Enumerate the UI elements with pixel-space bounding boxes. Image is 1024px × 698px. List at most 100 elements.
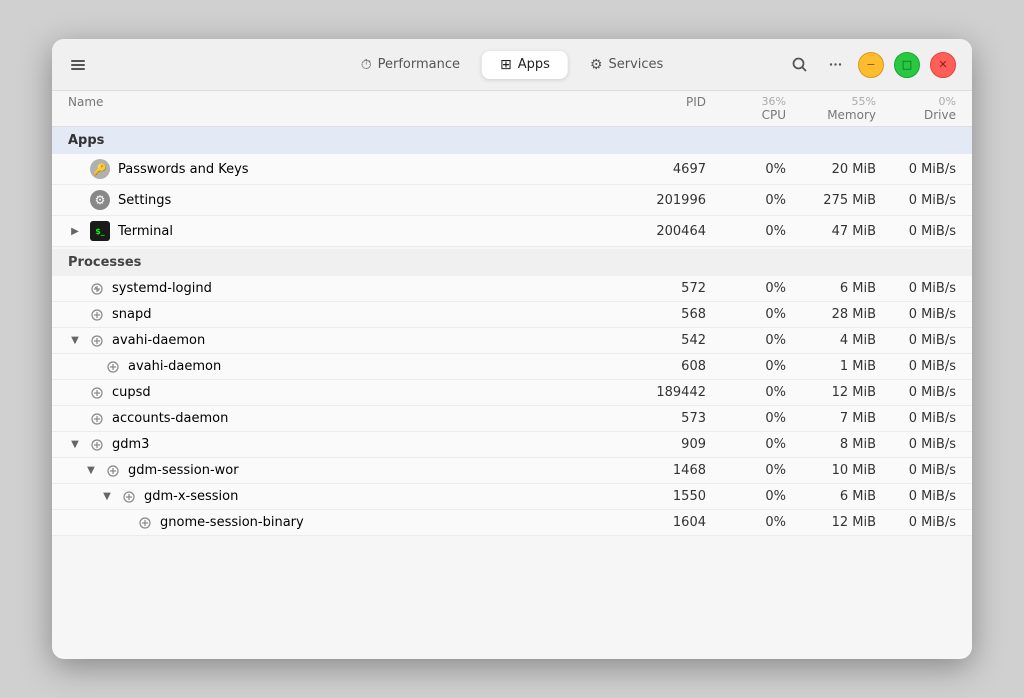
minimize-button[interactable]: −	[858, 52, 884, 78]
row-label-gdm-session-wor: gdm-session-wor	[128, 463, 239, 478]
row-label-avahi-daemon-child: avahi-daemon	[128, 359, 221, 374]
row-drive-settings: 0 MiB/s	[876, 193, 956, 208]
menu-button[interactable]	[822, 52, 848, 78]
row-name-snapd: ▶ snapd	[68, 307, 616, 322]
row-name-terminal: ▶ $_ Terminal	[68, 221, 616, 241]
row-cpu: 0%	[706, 437, 786, 452]
content-area: Apps ▶ 🔑 Passwords and Keys 4697 0% 20 M…	[52, 127, 972, 659]
row-drive: 0 MiB/s	[876, 359, 956, 374]
table-row[interactable]: ▼ avahi-daemon 542 0% 4 MiB 0 MiB/s	[52, 328, 972, 354]
table-row[interactable]: ▼ gdm3 909 0% 8 MiB 0 MiB/s	[52, 432, 972, 458]
row-name-gnome-session-binary: ▶ gnome-session-binary	[116, 515, 616, 530]
gdm-x-session-expand-button[interactable]: ▼	[100, 490, 114, 504]
close-button[interactable]: ✕	[930, 52, 956, 78]
row-drive: 0 MiB/s	[876, 333, 956, 348]
table-row[interactable]: ▼ gdm-session-wor 1468 0% 10 MiB 0 MiB/s	[52, 458, 972, 484]
row-label-passwords: Passwords and Keys	[118, 162, 249, 177]
performance-icon: ⏱	[361, 57, 372, 73]
row-name-cupsd: ▶ cupsd	[68, 385, 616, 400]
avahi-expand-button[interactable]: ▼	[68, 334, 82, 348]
tab-services-label: Services	[608, 57, 663, 72]
row-name-passwords: ▶ 🔑 Passwords and Keys	[68, 159, 616, 179]
table-header: Name PID 36% CPU 55% Memory 0% Drive	[52, 91, 972, 127]
tab-performance[interactable]: ⏱ Performance	[343, 51, 478, 79]
gdm3-expand-button[interactable]: ▼	[68, 438, 82, 452]
header-cpu[interactable]: 36% CPU	[706, 95, 786, 122]
row-name-gdm-x-session: ▼ gdm-x-session	[100, 489, 616, 504]
row-cpu: 0%	[706, 307, 786, 322]
process-icon	[106, 464, 120, 478]
header-memory[interactable]: 55% Memory	[786, 95, 876, 122]
search-button[interactable]	[786, 52, 812, 78]
header-drive[interactable]: 0% Drive	[876, 95, 956, 122]
sidebar-toggle-button[interactable]	[68, 55, 88, 75]
row-cpu: 0%	[706, 411, 786, 426]
row-cpu: 0%	[706, 489, 786, 504]
table-row[interactable]: ▶ $_ Terminal 200464 0% 47 MiB 0 MiB/s	[52, 216, 972, 247]
tab-performance-label: Performance	[378, 57, 460, 72]
row-label-cupsd: cupsd	[112, 385, 151, 400]
row-cpu: 0%	[706, 515, 786, 530]
row-name-settings: ▶ ⚙ Settings	[68, 190, 616, 210]
row-cpu-passwords: 0%	[706, 162, 786, 177]
process-icon	[138, 516, 152, 530]
passwords-keys-icon: 🔑	[90, 159, 110, 179]
row-name-gdm-session-wor: ▼ gdm-session-wor	[84, 463, 616, 478]
row-pid-settings: 201996	[616, 193, 706, 208]
table-row[interactable]: ▶ snapd 568 0% 28 MiB 0 MiB/s	[52, 302, 972, 328]
tab-apps[interactable]: ⊞ Apps	[482, 51, 568, 79]
settings-icon: ⚙	[90, 190, 110, 210]
table-row[interactable]: ▶ gnome-session-binary 1604 0% 12 MiB 0 …	[52, 510, 972, 536]
row-memory: 10 MiB	[786, 463, 876, 478]
row-label-systemd-logind: systemd-logind	[112, 281, 212, 296]
row-label-snapd: snapd	[112, 307, 151, 322]
row-drive: 0 MiB/s	[876, 463, 956, 478]
row-cpu-settings: 0%	[706, 193, 786, 208]
table-row[interactable]: ▶ systemd-logind 572 0% 6 MiB 0 MiB/s	[52, 276, 972, 302]
row-memory: 6 MiB	[786, 281, 876, 296]
row-drive: 0 MiB/s	[876, 411, 956, 426]
row-pid: 572	[616, 281, 706, 296]
row-name-avahi-daemon-child: ▶ avahi-daemon	[84, 359, 616, 374]
row-pid-passwords: 4697	[616, 162, 706, 177]
row-cpu-terminal: 0%	[706, 224, 786, 239]
header-name[interactable]: Name	[68, 95, 616, 122]
row-memory: 8 MiB	[786, 437, 876, 452]
gdm-session-expand-button[interactable]: ▼	[84, 464, 98, 478]
row-cpu: 0%	[706, 359, 786, 374]
table-row[interactable]: ▶ accounts-daemon 573 0% 7 MiB 0 MiB/s	[52, 406, 972, 432]
table-row[interactable]: ▶ cupsd 189442 0% 12 MiB 0 MiB/s	[52, 380, 972, 406]
tabs-container: ⏱ Performance ⊞ Apps ⚙ Services	[343, 51, 682, 79]
header-pid[interactable]: PID	[616, 95, 706, 122]
row-memory: 1 MiB	[786, 359, 876, 374]
table-row[interactable]: ▼ gdm-x-session 1550 0% 6 MiB 0 MiB/s	[52, 484, 972, 510]
main-window: ⏱ Performance ⊞ Apps ⚙ Services	[52, 39, 972, 659]
row-memory: 7 MiB	[786, 411, 876, 426]
terminal-expand-button[interactable]: ▶	[68, 224, 82, 238]
row-pid: 1550	[616, 489, 706, 504]
tab-services[interactable]: ⚙ Services	[572, 51, 681, 79]
table-row[interactable]: ▶ avahi-daemon 608 0% 1 MiB 0 MiB/s	[52, 354, 972, 380]
table-row[interactable]: ▶ ⚙ Settings 201996 0% 275 MiB 0 MiB/s	[52, 185, 972, 216]
process-icon	[90, 438, 104, 452]
process-icon	[90, 334, 104, 348]
row-label-terminal: Terminal	[118, 224, 173, 239]
row-memory-passwords: 20 MiB	[786, 162, 876, 177]
row-name-gdm3: ▼ gdm3	[68, 437, 616, 452]
process-icon	[90, 412, 104, 426]
tab-apps-label: Apps	[518, 57, 550, 72]
row-pid: 1468	[616, 463, 706, 478]
maximize-button[interactable]: □	[894, 52, 920, 78]
row-drive: 0 MiB/s	[876, 281, 956, 296]
row-cpu: 0%	[706, 463, 786, 478]
row-drive: 0 MiB/s	[876, 385, 956, 400]
row-pid: 542	[616, 333, 706, 348]
row-drive: 0 MiB/s	[876, 515, 956, 530]
row-pid: 1604	[616, 515, 706, 530]
row-drive: 0 MiB/s	[876, 489, 956, 504]
process-icon	[90, 386, 104, 400]
table-row[interactable]: ▶ 🔑 Passwords and Keys 4697 0% 20 MiB 0 …	[52, 154, 972, 185]
row-memory: 12 MiB	[786, 385, 876, 400]
row-drive-passwords: 0 MiB/s	[876, 162, 956, 177]
row-pid: 573	[616, 411, 706, 426]
